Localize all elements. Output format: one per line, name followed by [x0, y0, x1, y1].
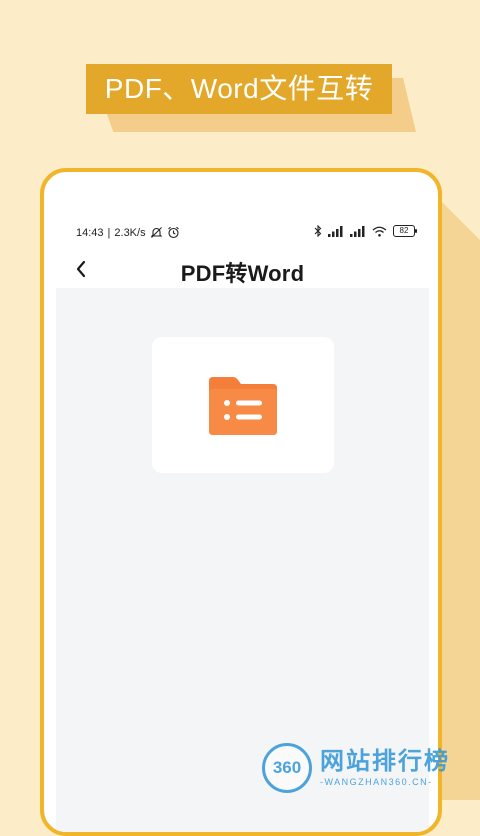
status-left: 14:43 | 2.3K/s [76, 226, 180, 239]
watermark: 360 网站排行榜 -WANGZHAN360.CN- [262, 738, 476, 798]
bluetooth-icon [314, 225, 322, 237]
signal-strength-icon [328, 225, 344, 237]
watermark-name: 网站排行榜 [320, 748, 450, 775]
battery-icon: 82 [393, 225, 417, 237]
promo-headline: PDF、Word文件互转 [86, 64, 392, 114]
status-time: 14:43 [76, 226, 104, 239]
signal-strength-icon [350, 225, 366, 237]
status-separator: | [107, 226, 111, 239]
promo-banner: PDF、Word文件互转 [86, 64, 422, 134]
mute-bell-icon [150, 226, 163, 239]
phone-frame: 14:43 | 2.3K/s 82 PDF转Word [40, 168, 442, 836]
select-file-button[interactable] [152, 337, 334, 473]
status-right: 82 [314, 225, 417, 237]
status-bar: 14:43 | 2.3K/s 82 [56, 214, 429, 250]
watermark-logo: 360 [262, 743, 312, 793]
watermark-domain: -WANGZHAN360.CN- [320, 777, 433, 787]
alarm-clock-icon [167, 226, 180, 239]
folder-list-icon [207, 373, 279, 437]
page-title: PDF转Word [180, 261, 305, 286]
nav-bar: PDF转Word [56, 250, 429, 288]
wifi-icon [372, 226, 387, 237]
network-speed: 2.3K/s [114, 226, 146, 239]
watermark-text: 网站排行榜 -WANGZHAN360.CN- [320, 748, 450, 788]
